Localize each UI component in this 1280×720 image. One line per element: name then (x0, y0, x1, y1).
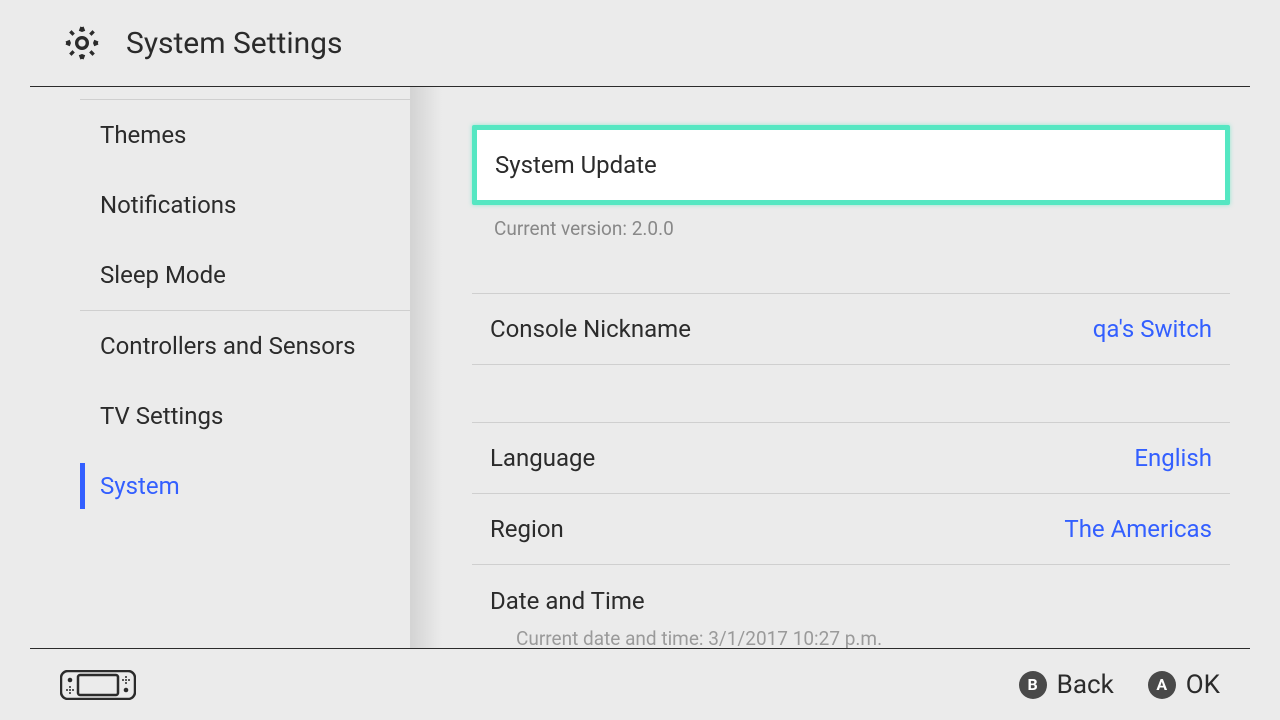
system-update-version: Current version: 2.0.0 (472, 205, 1230, 240)
datetime-current: Current date and time: 3/1/2017 10:27 p.… (494, 615, 904, 648)
sidebar-shadow (410, 87, 442, 648)
sidebar-item-system[interactable]: System (80, 451, 410, 521)
sidebar-item-notifications[interactable]: Notifications (80, 170, 410, 240)
sidebar-item-label: amiibo (100, 87, 173, 89)
row-value: qa's Switch (1093, 315, 1212, 343)
sidebar-item-label: TV Settings (100, 402, 223, 430)
sidebar-item-tv-settings[interactable]: TV Settings (80, 381, 410, 451)
sidebar-item-label: Themes (100, 121, 186, 149)
b-button-icon: B (1019, 671, 1047, 699)
row-value: English (1134, 444, 1212, 472)
sidebar: amiibo Themes Notifications Sleep Mode C… (30, 87, 410, 648)
sidebar-item-sleep-mode[interactable]: Sleep Mode (80, 240, 410, 310)
ok-hint[interactable]: A OK (1148, 670, 1220, 700)
ok-label: OK (1186, 670, 1220, 700)
sidebar-item-label: Notifications (100, 191, 236, 219)
content-pane: System Update Current version: 2.0.0 Con… (442, 87, 1260, 648)
section-gap (472, 365, 1230, 423)
row-console-nickname[interactable]: Console Nickname qa's Switch (472, 294, 1230, 365)
section-gap (472, 240, 1230, 294)
sidebar-item-themes[interactable]: Themes (80, 100, 410, 170)
sidebar-item-label: Controllers and Sensors (100, 332, 356, 360)
row-label: System Update (495, 151, 657, 179)
row-system-update[interactable]: System Update (472, 125, 1230, 205)
footer-actions: B Back A OK (1019, 670, 1220, 700)
row-language[interactable]: Language English (472, 423, 1230, 494)
footer: B Back A OK (30, 648, 1250, 720)
row-value: The Americas (1064, 515, 1212, 543)
sidebar-item-controllers-sensors[interactable]: Controllers and Sensors (80, 311, 410, 381)
row-label: Region (490, 515, 564, 543)
back-label: Back (1057, 670, 1114, 700)
gear-icon (62, 23, 102, 63)
row-label: Console Nickname (490, 315, 691, 343)
sidebar-item-label: System (100, 472, 180, 500)
sidebar-item-label: Sleep Mode (100, 261, 226, 289)
back-hint[interactable]: B Back (1019, 670, 1114, 700)
row-label: Date and Time (490, 587, 645, 615)
row-region[interactable]: Region The Americas (472, 494, 1230, 565)
page-title: System Settings (126, 26, 343, 61)
main-area: amiibo Themes Notifications Sleep Mode C… (30, 87, 1260, 648)
header: System Settings (30, 0, 1250, 87)
sidebar-item-amiibo[interactable]: amiibo (80, 87, 410, 99)
controller-icon (60, 670, 136, 700)
row-label: Language (490, 444, 595, 472)
a-button-icon: A (1148, 671, 1176, 699)
